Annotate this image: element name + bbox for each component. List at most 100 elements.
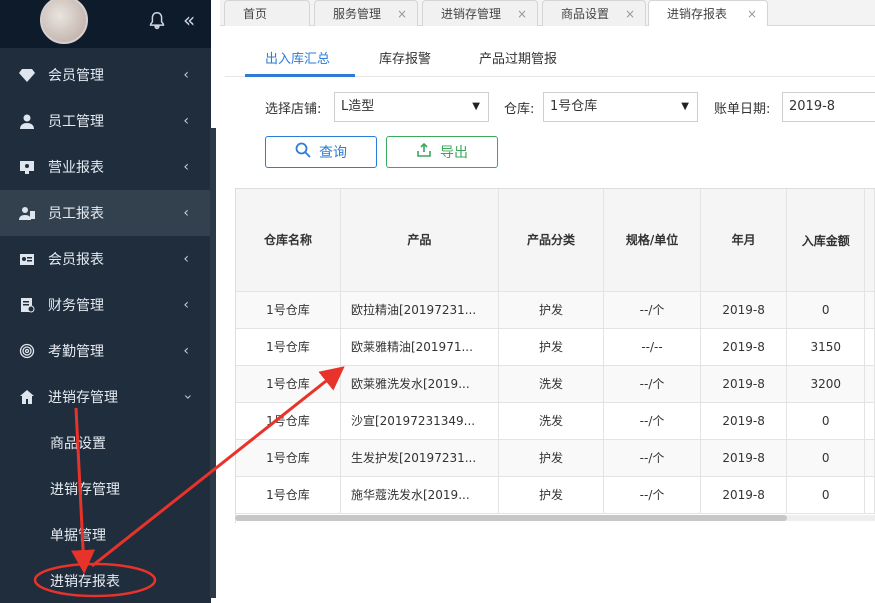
cell-category: 洗发 [498, 365, 605, 403]
sidebar-item-label: 会员报表 [48, 252, 104, 268]
inventory-submenu: 商品设置 进销存管理 单据管理 进销存报表 [0, 420, 211, 603]
tab-product-settings[interactable]: 商品设置 × [542, 0, 646, 26]
subtab-in-out-summary[interactable]: 出入库汇总 [265, 48, 330, 67]
tab-home[interactable]: 首页 [224, 0, 310, 26]
chevron-left-icon: ‹ [183, 205, 189, 221]
sidebar-subitem-product-settings[interactable]: 商品设置 [0, 420, 211, 466]
user-card-icon [18, 204, 36, 222]
table-row[interactable]: 1号仓库 欧拉精油[20197231... 护发 --/个 2019-8 0 [236, 291, 875, 329]
column-header-overflow [864, 189, 875, 292]
sidebar-subitem-document-management[interactable]: 单据管理 [0, 512, 211, 558]
chevron-left-icon: ‹ [183, 113, 189, 129]
sidebar-header: « [0, 0, 211, 48]
cell-category: 护发 [498, 439, 605, 477]
monitor-icon [18, 158, 36, 176]
sidebar-item-business-report[interactable]: 营业报表 ‹ [0, 144, 211, 190]
id-card-icon [18, 250, 36, 268]
column-header[interactable]: 产品 [340, 189, 499, 292]
tab-label: 服务管理 [333, 7, 382, 21]
sidebar-item-member-management[interactable]: 会员管理 ‹ [0, 52, 211, 98]
sidebar-item-label: 营业报表 [48, 160, 104, 176]
store-select[interactable]: L造型 ▼ [334, 92, 489, 122]
tab-service-management[interactable]: 服务管理 × [314, 0, 418, 26]
cell-year-month: 2019-8 [700, 439, 788, 477]
cell-overflow [864, 328, 875, 366]
cell-product: 欧莱雅洗发水[2019... [340, 365, 499, 403]
column-header[interactable]: 仓库名称 [236, 189, 341, 292]
query-button[interactable]: 查询 [265, 136, 377, 168]
column-header[interactable]: 年月 [700, 189, 788, 292]
diamond-icon [18, 66, 36, 84]
tab-label: 首页 [243, 7, 268, 21]
sidebar-subitem-label: 进销存管理 [50, 482, 120, 498]
sidebar-item-label: 员工管理 [48, 114, 104, 130]
cell-spec-unit: --/个 [603, 402, 701, 440]
sidebar-subitem-label: 单据管理 [50, 528, 106, 544]
bill-date-input[interactable]: 2019-8 [782, 92, 875, 122]
column-header[interactable]: 产品分类 [498, 189, 605, 292]
cell-category: 护发 [498, 476, 605, 514]
warehouse-label: 仓库: [504, 102, 535, 117]
export-button[interactable]: 导出 [386, 136, 498, 168]
bell-icon[interactable] [146, 10, 168, 32]
column-header[interactable]: 入库金额 [786, 189, 866, 292]
warehouse-select[interactable]: 1号仓库 ▼ [543, 92, 698, 122]
chevron-left-icon: ‹ [183, 297, 189, 313]
table-row[interactable]: 1号仓库 沙宣[20197231349... 洗发 --/个 2019-8 0 [236, 402, 875, 440]
cell-in-amount: 0 [786, 291, 866, 329]
sidebar-item-attendance-management[interactable]: 考勤管理 ‹ [0, 328, 211, 374]
sidebar-item-member-report[interactable]: 会员报表 ‹ [0, 236, 211, 282]
cell-in-amount: 0 [786, 402, 866, 440]
sidebar-item-inventory-management[interactable]: 进销存管理 ‹ [0, 374, 211, 420]
cell-category: 护发 [498, 291, 605, 329]
subtab-stock-alert[interactable]: 库存报警 [379, 48, 431, 67]
sidebar-item-staff-management[interactable]: 员工管理 ‹ [0, 98, 211, 144]
table-row[interactable]: 1号仓库 施华蔻洗发水[2019... 护发 --/个 2019-8 0 [236, 476, 875, 514]
warehouse-select-value: 1号仓库 [550, 99, 598, 114]
close-icon[interactable]: × [625, 1, 635, 27]
tab-bar: 首页 服务管理 × 进销存管理 × 商品设置 × 进销存报表 × [220, 0, 875, 26]
cell-year-month: 2019-8 [700, 476, 788, 514]
cell-overflow [864, 402, 875, 440]
caret-down-icon: ▼ [681, 101, 689, 112]
cell-overflow [864, 439, 875, 477]
cell-warehouse: 1号仓库 [236, 291, 341, 329]
sidebar-subitem-label: 商品设置 [50, 436, 106, 452]
sidebar-subitem-inventory-management[interactable]: 进销存管理 [0, 466, 211, 512]
close-icon[interactable]: × [517, 1, 527, 27]
chevron-left-icon: ‹ [183, 343, 189, 359]
cell-year-month: 2019-8 [700, 291, 788, 329]
cell-product: 欧莱雅精油[201971... [340, 328, 499, 366]
cell-in-amount: 3150 [786, 328, 866, 366]
cell-overflow [864, 291, 875, 329]
cell-warehouse: 1号仓库 [236, 328, 341, 366]
fingerprint-icon [18, 342, 36, 360]
cell-product: 生发护发[20197231... [340, 439, 499, 477]
subtab-expiry-alert[interactable]: 产品过期管报 [479, 48, 557, 67]
store-select-value: L造型 [341, 99, 375, 114]
store-label: 选择店铺: [265, 102, 322, 117]
column-header[interactable]: 规格/单位 [603, 189, 701, 292]
collapse-sidebar-icon[interactable]: « [183, 8, 195, 32]
tab-label: 进销存报表 [667, 7, 728, 21]
search-icon [295, 142, 311, 162]
cell-spec-unit: --/-- [603, 328, 701, 366]
table-row[interactable]: 1号仓库 欧莱雅精油[201971... 护发 --/-- 2019-8 315… [236, 328, 875, 366]
tab-inventory-report[interactable]: 进销存报表 × [648, 0, 768, 26]
avatar[interactable] [40, 0, 88, 44]
close-icon[interactable]: × [747, 1, 757, 27]
sidebar-item-staff-report[interactable]: 员工报表 ‹ [0, 190, 211, 236]
sidebar-subitem-inventory-report[interactable]: 进销存报表 [0, 558, 211, 603]
cell-category: 护发 [498, 328, 605, 366]
table-row[interactable]: 1号仓库 生发护发[20197231... 护发 --/个 2019-8 0 [236, 439, 875, 477]
close-icon[interactable]: × [397, 1, 407, 27]
sidebar-item-label: 财务管理 [48, 298, 104, 314]
sidebar-item-finance-management[interactable]: 财务管理 ‹ [0, 282, 211, 328]
bill-date-value: 2019-8 [789, 99, 836, 114]
cell-warehouse: 1号仓库 [236, 439, 341, 477]
table-row[interactable]: 1号仓库 欧莱雅洗发水[2019... 洗发 --/个 2019-8 3200 [236, 365, 875, 403]
table-horizontal-scrollbar-thumb[interactable] [235, 515, 787, 521]
sidebar-scrollbar[interactable] [210, 128, 216, 598]
tab-inventory-management[interactable]: 进销存管理 × [422, 0, 538, 26]
chevron-left-icon: ‹ [183, 159, 189, 175]
